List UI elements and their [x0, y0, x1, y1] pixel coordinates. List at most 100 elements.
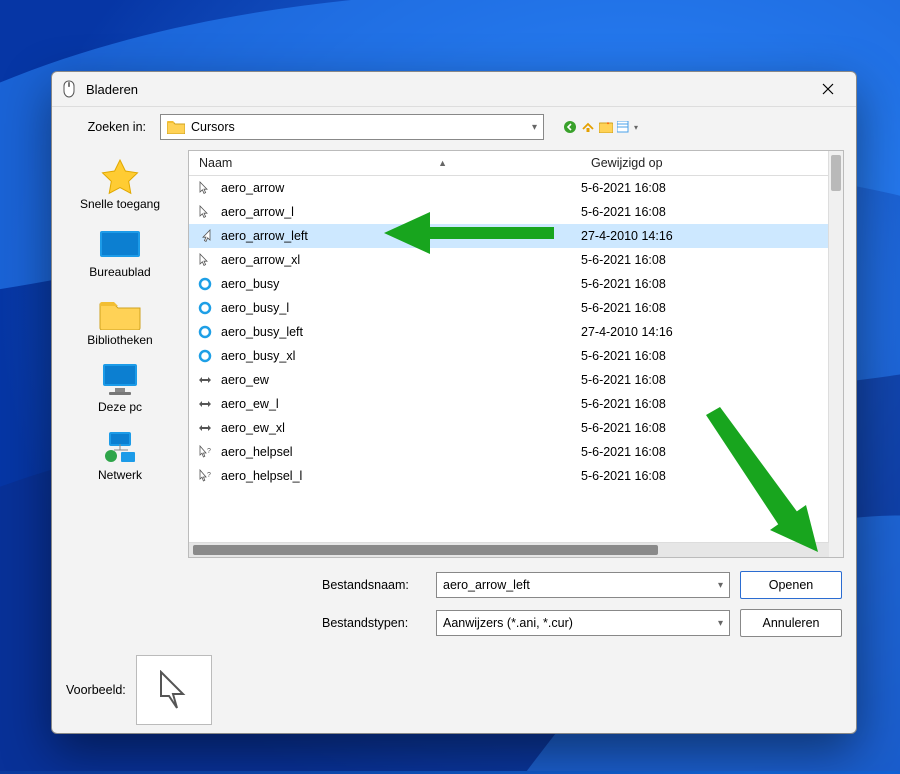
column-name-label: Naam — [199, 156, 232, 170]
file-icon — [193, 205, 217, 219]
file-row[interactable]: aero_ew_l5-6-2021 16:08 — [189, 392, 843, 416]
close-button[interactable] — [808, 75, 848, 103]
file-date: 5-6-2021 16:08 — [581, 301, 843, 315]
scrollbar-thumb[interactable] — [831, 155, 841, 191]
file-icon — [193, 301, 217, 315]
filetype-label: Bestandstypen: — [322, 616, 426, 630]
file-date: 5-6-2021 16:08 — [581, 445, 843, 459]
network-icon — [97, 429, 143, 467]
file-name: aero_arrow_left — [217, 229, 581, 243]
file-name: aero_ew_l — [217, 397, 581, 411]
file-date: 27-4-2010 14:16 — [581, 325, 843, 339]
file-row[interactable]: aero_arrow_xl5-6-2021 16:08 — [189, 248, 843, 272]
file-name: aero_ew_xl — [217, 421, 581, 435]
file-icon — [193, 349, 217, 363]
sort-indicator-icon: ▲ — [438, 158, 447, 168]
file-name: aero_helpsel — [217, 445, 581, 459]
lookin-dropdown[interactable]: Cursors ▾ — [160, 114, 544, 140]
file-name: aero_helpsel_l — [217, 469, 581, 483]
chevron-down-icon: ▾ — [718, 580, 723, 591]
column-date-header[interactable]: Gewijzigd op — [587, 156, 843, 170]
filename-combobox[interactable]: aero_arrow_left ▾ — [436, 572, 730, 598]
scrollbar-thumb[interactable] — [193, 545, 658, 555]
view-options-dropdown-icon[interactable]: ▾ — [634, 123, 638, 132]
file-icon: ? — [193, 469, 217, 483]
place-this-pc[interactable]: Deze pc — [56, 357, 184, 419]
list-header[interactable]: Naam ▲ Gewijzigd op — [189, 151, 843, 176]
libraries-icon — [97, 294, 143, 332]
chevron-down-icon: ▾ — [718, 618, 723, 629]
cancel-button-label: Annuleren — [763, 616, 820, 630]
places-sidebar: Snelle toegang Bureaublad Bibliotheken D… — [52, 148, 188, 646]
file-date: 5-6-2021 16:08 — [581, 349, 843, 363]
file-row[interactable]: aero_arrow_left27-4-2010 14:16 — [189, 224, 843, 248]
preview-box — [136, 655, 212, 725]
file-icon — [193, 325, 217, 339]
chevron-down-icon: ▾ — [532, 122, 537, 133]
titlebar: Bladeren — [52, 72, 856, 107]
file-row[interactable]: aero_arrow5-6-2021 16:08 — [189, 176, 843, 200]
cancel-button[interactable]: Annuleren — [740, 609, 842, 637]
browse-dialog: Bladeren Zoeken in: Cursors ▾ ▾ Snelle t — [51, 71, 857, 734]
file-icon — [193, 373, 217, 387]
filename-value: aero_arrow_left — [443, 578, 712, 592]
place-quick-access[interactable]: Snelle toegang — [56, 154, 184, 216]
filetype-value: Aanwijzers (*.ani, *.cur) — [443, 616, 712, 630]
file-row[interactable]: aero_ew_xl5-6-2021 16:08 — [189, 416, 843, 440]
file-row[interactable]: aero_busy_left27-4-2010 14:16 — [189, 320, 843, 344]
column-name-header[interactable]: Naam ▲ — [189, 156, 587, 170]
vertical-scrollbar[interactable] — [828, 151, 843, 557]
preview-label: Voorbeeld: — [66, 683, 126, 697]
file-icon — [193, 421, 217, 435]
dialog-content: Snelle toegang Bureaublad Bibliotheken D… — [52, 147, 856, 646]
file-row[interactable]: ? aero_helpsel5-6-2021 16:08 — [189, 440, 843, 464]
view-options-icon[interactable] — [616, 119, 632, 135]
place-libraries[interactable]: Bibliotheken — [56, 290, 184, 352]
file-row[interactable]: aero_busy5-6-2021 16:08 — [189, 272, 843, 296]
file-date: 27-4-2010 14:16 — [581, 229, 843, 243]
place-label: Bureaublad — [89, 266, 150, 280]
file-date: 5-6-2021 16:08 — [581, 421, 843, 435]
filetype-combobox[interactable]: Aanwijzers (*.ani, *.cur) ▾ — [436, 610, 730, 636]
open-button[interactable]: Openen — [740, 571, 842, 599]
new-folder-icon[interactable] — [598, 119, 614, 135]
lookin-toolbar: ▾ — [562, 119, 638, 135]
file-row[interactable]: aero_busy_l5-6-2021 16:08 — [189, 296, 843, 320]
file-icon: ? — [193, 445, 217, 459]
file-list-body[interactable]: aero_arrow5-6-2021 16:08aero_arrow_l5-6-… — [189, 176, 843, 542]
up-one-level-icon[interactable] — [580, 119, 596, 135]
place-label: Netwerk — [98, 469, 142, 483]
file-name: aero_arrow_l — [217, 205, 581, 219]
file-name: aero_arrow — [217, 181, 581, 195]
file-row[interactable]: aero_ew5-6-2021 16:08 — [189, 368, 843, 392]
file-date: 5-6-2021 16:08 — [581, 469, 843, 483]
file-row[interactable]: aero_busy_xl5-6-2021 16:08 — [189, 344, 843, 368]
filename-label: Bestandsnaam: — [322, 578, 426, 592]
place-network[interactable]: Netwerk — [56, 425, 184, 487]
place-label: Bibliotheken — [87, 334, 152, 348]
file-row[interactable]: ?aero_helpsel_l5-6-2021 16:08 — [189, 464, 843, 488]
lookin-bar: Zoeken in: Cursors ▾ ▾ — [52, 107, 856, 147]
file-date: 5-6-2021 16:08 — [581, 205, 843, 219]
file-icon — [193, 253, 217, 267]
place-desktop[interactable]: Bureaublad — [56, 222, 184, 284]
folder-icon — [167, 120, 185, 134]
file-date: 5-6-2021 16:08 — [581, 277, 843, 291]
file-row[interactable]: aero_arrow_l5-6-2021 16:08 — [189, 200, 843, 224]
place-label: Snelle toegang — [80, 198, 160, 212]
file-name: aero_busy_left — [217, 325, 581, 339]
cursor-preview-icon — [157, 670, 191, 710]
horizontal-scrollbar[interactable] — [189, 542, 829, 557]
lookin-folder-name: Cursors — [191, 120, 520, 134]
go-back-icon[interactable] — [562, 119, 578, 135]
file-icon — [193, 397, 217, 411]
file-date: 5-6-2021 16:08 — [581, 181, 843, 195]
preview-area: Voorbeeld: — [52, 646, 856, 733]
svg-text:?: ? — [207, 448, 211, 455]
window-title: Bladeren — [86, 82, 808, 97]
file-date: 5-6-2021 16:08 — [581, 397, 843, 411]
open-button-label: Openen — [769, 578, 813, 592]
bottom-form: Bestandsnaam: aero_arrow_left ▾ Openen B… — [182, 562, 856, 646]
lookin-label: Zoeken in: — [66, 120, 146, 134]
file-list: Naam ▲ Gewijzigd op aero_arrow5-6-2021 1… — [188, 150, 844, 558]
